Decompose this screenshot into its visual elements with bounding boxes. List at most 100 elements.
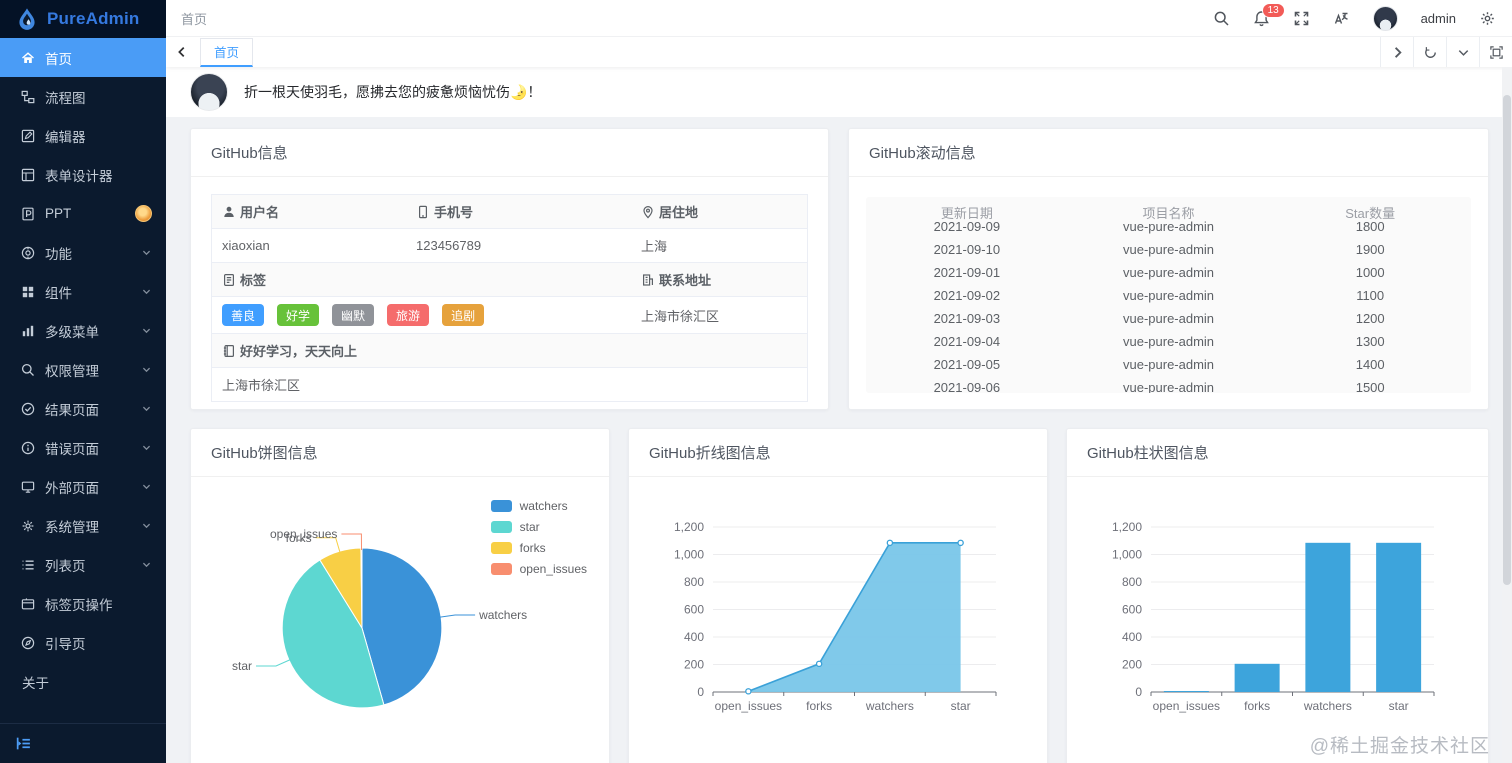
sidebar-item-external-page[interactable]: 外部页面 xyxy=(0,467,166,506)
chevron-down-icon xyxy=(141,442,152,453)
sidebar-item-permission[interactable]: 权限管理 xyxy=(0,350,166,389)
username[interactable]: admin xyxy=(1421,11,1456,26)
legend-swatch xyxy=(490,521,512,533)
sidebar-footer xyxy=(0,723,166,763)
pie-label-watchers: watchers xyxy=(478,608,527,622)
y-tick-label: 200 xyxy=(684,658,704,672)
legend-swatch xyxy=(490,500,512,512)
content-fullscreen-button[interactable] xyxy=(1479,37,1512,67)
sidebar-item-function[interactable]: 功能 xyxy=(0,233,166,272)
search-icon[interactable] xyxy=(1213,10,1230,27)
sidebar-item-editor[interactable]: 编辑器 xyxy=(0,116,166,155)
pie-label-open_issues: open_issues xyxy=(270,527,337,541)
logo[interactable]: PureAdmin xyxy=(0,0,166,38)
sidebar-item-label: 功能 xyxy=(45,246,72,262)
y-tick-label: 0 xyxy=(697,685,704,699)
contact-label: 联系地址 xyxy=(659,273,712,288)
sidebar-item-guide[interactable]: 引导页 xyxy=(0,623,166,662)
chevron-down-icon xyxy=(141,481,152,492)
scroll-table-row: 2021-09-05 vue-pure-admin 1400 xyxy=(866,353,1471,376)
tabs-scroll-left-button[interactable] xyxy=(166,45,198,59)
scroll-cell: vue-pure-admin xyxy=(1122,357,1215,372)
sidebar-item-label: PPT xyxy=(45,206,72,221)
sidebar-item-ppt[interactable]: PPT xyxy=(0,194,166,233)
scroll-cell: 2021-09-10 xyxy=(933,242,1001,257)
sidebar-item-form-designer[interactable]: 表单设计器 xyxy=(0,155,166,194)
legend-label: star xyxy=(519,520,540,534)
y-tick-label: 400 xyxy=(684,630,704,644)
main-content: GitHub信息 用户名 手机号 居住地 xiaoxian 123456789 … xyxy=(166,117,1512,763)
chevron-right-icon xyxy=(1394,46,1402,58)
sidebar-item-system[interactable]: 系统管理 xyxy=(0,506,166,545)
contact-value: 上海市徐汇区 xyxy=(641,308,720,324)
scroll-cell: 1300 xyxy=(1355,334,1385,349)
tabs-menu-button[interactable] xyxy=(1446,37,1479,67)
github-bar-card: GitHub柱状图信息 0 200 400 600 800 1,000 1,200 open_… xyxy=(1066,428,1489,763)
user-icon xyxy=(224,206,234,217)
tab-home[interactable]: 首页 xyxy=(200,37,254,67)
tabs-scroll-right-button[interactable] xyxy=(1380,37,1413,67)
bar-open_issues xyxy=(1163,691,1209,692)
github-scroll-card: GitHub滚动信息 更新日期 项目名称 Star数量 2021-09-09 vue-… xyxy=(848,128,1489,410)
user-avatar[interactable] xyxy=(1372,5,1398,31)
sidebar-item-label: 结果页面 xyxy=(45,402,99,418)
sidebar-item-label: 引导页 xyxy=(45,636,86,652)
y-tick-label: 400 xyxy=(1122,630,1142,644)
tag-幽默: 幽默 xyxy=(332,304,375,326)
scroll-cell: vue-pure-admin xyxy=(1122,334,1215,349)
translate-icon[interactable] xyxy=(1333,10,1350,27)
legend-item-forks[interactable]: forks xyxy=(490,541,587,555)
app-title: PureAdmin xyxy=(47,9,140,28)
legend-label: watchers xyxy=(519,499,568,513)
sidebar-item-multilevel-menu[interactable]: 多级菜单 xyxy=(0,311,166,350)
breadcrumb[interactable]: 首页 xyxy=(181,9,207,28)
sidebar-item-label: 系统管理 xyxy=(45,519,99,535)
sidebar-item-about[interactable]: 关于 xyxy=(0,662,166,701)
tags-list: 善良 好学 幽默 旅游 追剧 xyxy=(212,297,631,333)
sidebar-item-label: 编辑器 xyxy=(45,129,86,145)
scroll-table-row: 2021-09-10 vue-pure-admin 1900 xyxy=(866,238,1471,261)
bar-forks xyxy=(1234,663,1280,692)
residence-value: 上海 xyxy=(641,239,668,254)
x-tick-label: watchers xyxy=(865,699,914,713)
settings-gear-icon[interactable] xyxy=(1479,10,1496,27)
collapse-sidebar-icon[interactable] xyxy=(15,735,32,752)
home-icon xyxy=(20,50,36,66)
welcome-banner: 折一根天使羽毛，愿拂去您的疲惫烦恼忧伤🌛！ xyxy=(166,67,1512,117)
legend-item-star[interactable]: star xyxy=(490,520,587,534)
tags-view-bar: 首页 xyxy=(166,37,1512,67)
scroll-cell: 1500 xyxy=(1355,380,1385,393)
sidebar-item-flowchart[interactable]: 流程图 xyxy=(0,77,166,116)
phone-icon xyxy=(418,205,428,218)
refresh-button[interactable] xyxy=(1413,37,1446,67)
sidebar-item-result-page[interactable]: 结果页面 xyxy=(0,389,166,428)
system-icon xyxy=(20,518,36,534)
sidebar-item-tab-ops[interactable]: 标签页操作 xyxy=(0,584,166,623)
notification-badge: 13 xyxy=(1261,2,1285,18)
data-point xyxy=(815,660,823,668)
username-label: 用户名 xyxy=(240,205,280,220)
legend-item-watchers[interactable]: watchers xyxy=(490,499,587,513)
phone-value: 123456789 xyxy=(416,238,482,253)
scroll-cell: 2021-09-04 xyxy=(933,334,1001,349)
github-line-card: GitHub折线图信息 0 200 400 600 800 1,000 1,200 open_… xyxy=(628,428,1048,763)
chevron-down-icon xyxy=(141,286,152,297)
chevron-down-icon xyxy=(141,364,152,375)
sidebar-item-list-page[interactable]: 列表页 xyxy=(0,545,166,584)
notification-bell[interactable]: 13 xyxy=(1253,2,1285,27)
sidebar-item-label: 流程图 xyxy=(45,90,86,106)
location-icon xyxy=(643,205,653,218)
scroll-table-body: 2021-09-09 vue-pure-admin 1800 2021-09-10 vu… xyxy=(866,215,1471,393)
sidebar-item-home[interactable]: 首页 xyxy=(0,38,166,77)
sidebar-item-label: 首页 xyxy=(45,51,72,67)
sidebar-item-error-page[interactable]: 错误页面 xyxy=(0,428,166,467)
sidebar-item-label: 表单设计器 xyxy=(45,168,113,184)
sidebar-item-label: 列表页 xyxy=(45,558,86,574)
scrollbar-thumb[interactable] xyxy=(1503,95,1511,585)
fullscreen-icon[interactable] xyxy=(1293,10,1310,27)
sidebar-item-components[interactable]: 组件 xyxy=(0,272,166,311)
x-tick-label: star xyxy=(951,699,971,713)
list-page-icon xyxy=(20,557,36,573)
legend-item-open_issues[interactable]: open_issues xyxy=(490,562,587,576)
top-navbar: 首页 13 admin xyxy=(166,0,1512,37)
